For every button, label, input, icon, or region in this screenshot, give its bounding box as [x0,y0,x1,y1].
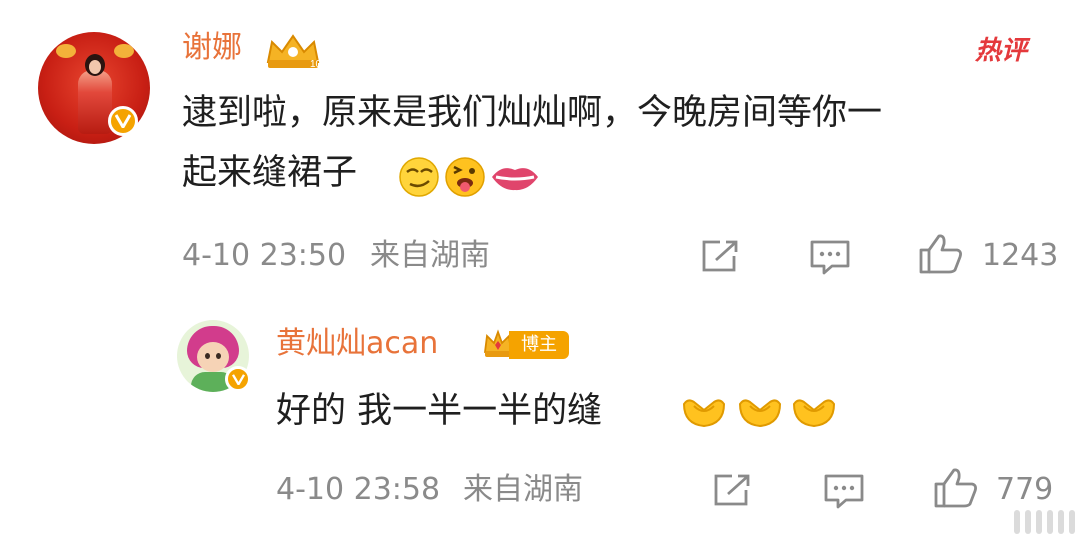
replier-username[interactable]: 黄灿灿acan [276,326,438,362]
reply-like-count: 779 [996,472,1054,507]
avatar-figure-body [78,70,112,134]
avatar-lantern-left [56,44,76,58]
commenter-username[interactable]: 谢娜 [182,30,242,66]
reply-location: 来自湖南 [463,472,583,507]
comment-icon[interactable] [808,238,852,276]
comment-location: 来自湖南 [370,238,490,273]
crown-icon: 10 [264,32,322,70]
reply-timestamp: 4-10 23:58 [276,472,441,507]
smirk-emoji-icon [398,156,440,198]
verified-badge-icon [225,366,251,392]
avatar-figure-face [89,60,101,74]
comment-icon[interactable] [822,472,866,510]
thumbs-up-icon[interactable] [917,232,965,276]
lips-emoji-icon [490,162,540,192]
blogger-badge: 博主 [509,331,569,359]
comment-like-count: 1243 [982,238,1059,273]
avatar-lantern-right [114,44,134,58]
comment-timestamp: 4-10 23:50 [182,238,347,273]
heart-hands-emoji-icon [736,394,784,428]
heart-hands-emoji-icon [680,394,728,428]
comment-text-line-2: 起来缝裙子 [182,153,358,193]
share-icon[interactable] [700,238,740,274]
hot-comment-label: 热评 [975,36,1028,66]
verified-badge-icon [108,106,138,136]
share-icon[interactable] [712,472,752,508]
reply-text: 好的 我一半一半的缝 [276,391,603,431]
avatar-eye-right [216,353,221,359]
svg-text:10: 10 [310,59,322,70]
avatar-eye-left [205,353,210,359]
tongue-wink-emoji-icon [444,156,486,198]
heart-hands-emoji-icon [790,394,838,428]
thumbs-up-icon[interactable] [932,466,980,510]
comment-text-line-1: 逮到啦，原来是我们灿灿啊，今晚房间等你一 [182,93,883,133]
avatar-face [197,342,229,372]
watermark-decoration [1014,510,1084,536]
